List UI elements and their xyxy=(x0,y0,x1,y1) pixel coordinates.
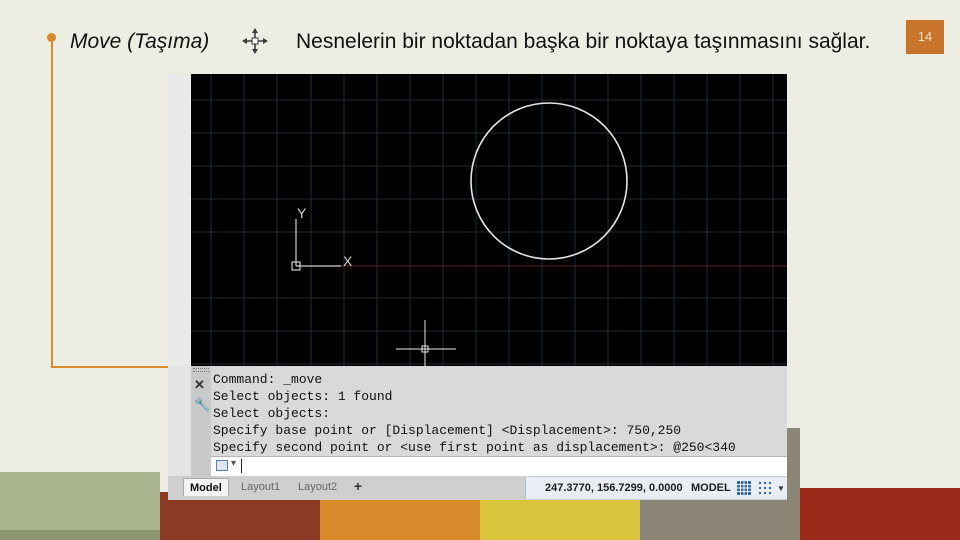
strip-block-green-dark xyxy=(0,530,160,540)
accent-bracket-dot xyxy=(47,33,56,42)
command-text: Command: _move Select objects: 1 found Sel… xyxy=(213,371,736,456)
move-icon xyxy=(242,28,268,54)
page-number-badge: 14 xyxy=(906,20,944,54)
tab-model[interactable]: Model xyxy=(183,478,229,496)
plus-icon[interactable]: + xyxy=(348,478,368,494)
strip-block-green xyxy=(0,472,160,540)
ucs-x-label: X xyxy=(343,253,353,269)
chevron-down-icon[interactable]: ▼ xyxy=(777,484,785,493)
ucs-y-label: Y xyxy=(297,205,307,221)
crosshair-cursor xyxy=(396,320,456,366)
command-input[interactable] xyxy=(211,456,787,476)
moved-circle xyxy=(470,102,628,260)
close-icon[interactable]: ✕ xyxy=(194,377,205,393)
slide-description: Nesnelerin bir noktadan başka bir noktay… xyxy=(296,30,871,53)
grid-lines xyxy=(191,74,787,366)
strip-block-yellow xyxy=(480,498,640,540)
tab-layout1[interactable]: Layout1 xyxy=(235,478,286,496)
model-space-button[interactable]: MODEL xyxy=(691,482,731,494)
command-line: Select objects: xyxy=(213,406,331,421)
cad-left-gutter xyxy=(168,74,191,366)
slide-title: Move (Taşıma) xyxy=(70,30,210,53)
text-caret xyxy=(241,459,242,473)
wrench-icon[interactable]: 🔧 xyxy=(194,397,210,413)
strip-block-orange xyxy=(320,498,480,540)
prompt-dropdown-icon[interactable]: ▾ xyxy=(231,458,236,469)
drawing-canvas[interactable]: Y X xyxy=(191,74,787,366)
grid-icon[interactable] xyxy=(737,481,751,495)
command-line: Specify base point or [Displacement] <Di… xyxy=(213,423,682,438)
snap-icon[interactable] xyxy=(758,481,772,495)
command-line: Specify second point or <use first point… xyxy=(213,440,736,455)
command-line: Command: _move xyxy=(213,372,323,387)
grip-icon[interactable] xyxy=(193,368,209,372)
accent-bracket-horizontal xyxy=(51,366,171,368)
accent-bracket-vertical xyxy=(51,36,53,368)
command-prompt-icon[interactable] xyxy=(216,460,228,471)
strip-block-red xyxy=(800,488,960,540)
coordinate-readout: 247.3770, 156.7299, 0.0000 xyxy=(545,482,683,494)
command-line: Select objects: 1 found xyxy=(213,389,393,404)
tab-layout2[interactable]: Layout2 xyxy=(292,478,343,496)
